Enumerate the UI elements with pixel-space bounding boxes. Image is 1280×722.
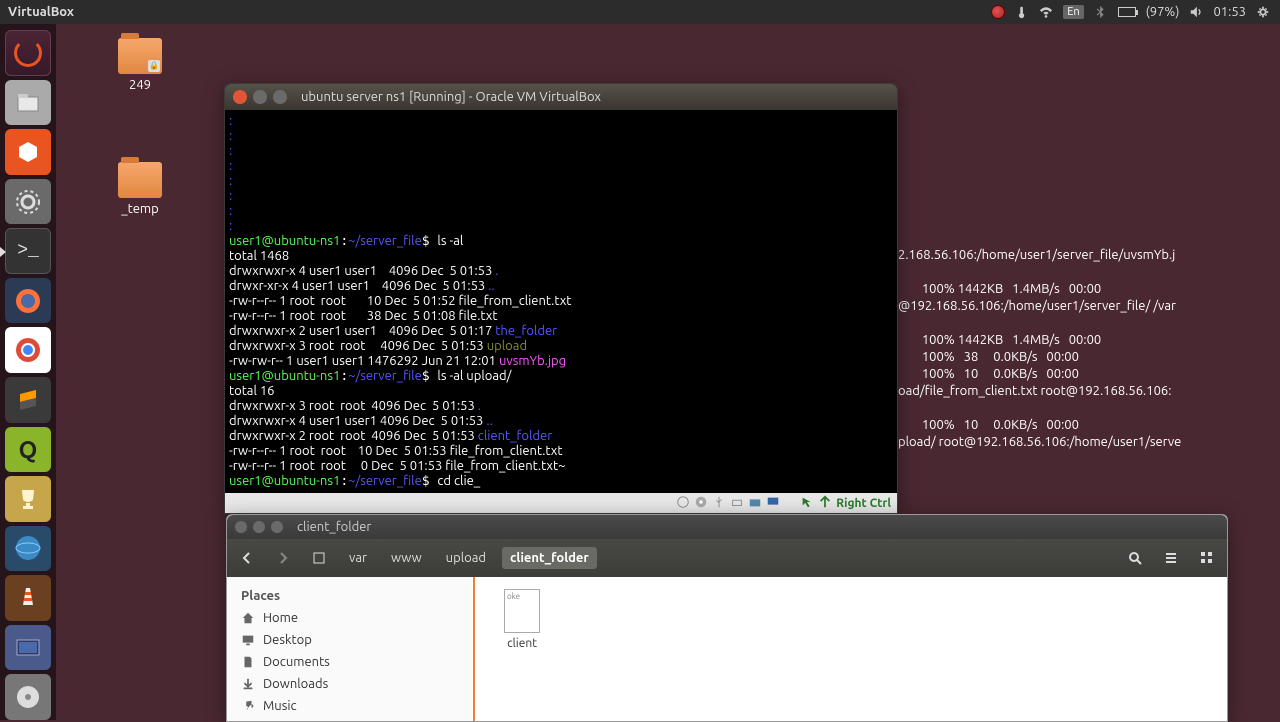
file-manager-window: client_folder var www upload client_fold…	[226, 514, 1228, 722]
sidebar-home[interactable]: Home	[227, 607, 473, 629]
virtualbox-vm-window: ubuntu server ns1 [Running] - Oracle VM …	[224, 83, 898, 514]
virtualbox-icon[interactable]	[5, 625, 51, 671]
desktop-icon-label: 249	[100, 78, 180, 92]
sublime-icon[interactable]	[5, 377, 51, 423]
minimize-icon[interactable]	[253, 90, 267, 104]
vm-keyboard-capture-icon[interactable]	[818, 495, 832, 512]
sidebar-places-header: Places	[227, 585, 473, 607]
system-settings-icon[interactable]	[5, 179, 51, 225]
vm-window-title: ubuntu server ns1 [Running] - Oracle VM …	[301, 90, 601, 104]
path-segment-upload[interactable]: upload	[438, 547, 494, 569]
file-icon: oke	[504, 589, 540, 633]
session-gear-icon[interactable]	[1256, 5, 1270, 19]
file-manager-sidebar: Places Home Desktop Documents Downloads …	[227, 577, 475, 721]
sidebar-documents[interactable]: Documents	[227, 651, 473, 673]
search-icon[interactable]	[1121, 544, 1149, 572]
trophy-icon[interactable]	[5, 476, 51, 522]
globe-app-icon[interactable]	[5, 526, 51, 572]
close-icon[interactable]	[235, 521, 247, 533]
sidebar-downloads[interactable]: Downloads	[227, 673, 473, 695]
active-app-name: VirtualBox	[8, 5, 74, 19]
wifi-icon[interactable]	[1039, 5, 1053, 19]
close-icon[interactable]	[233, 90, 247, 104]
background-terminal-output: 2.168.56.106:/home/user1/server_file/uvs…	[898, 230, 1278, 451]
desktop-folder-temp[interactable]: _temp	[100, 162, 180, 216]
sidebar-music[interactable]: Music	[227, 695, 473, 717]
software-center-icon[interactable]	[5, 129, 51, 175]
maximize-icon[interactable]	[271, 521, 283, 533]
vm-mouse-capture-icon[interactable]	[800, 495, 814, 512]
record-indicator-icon[interactable]	[991, 5, 1005, 19]
view-list-icon[interactable]	[1157, 544, 1185, 572]
vm-usb-icon[interactable]	[712, 495, 726, 512]
path-root-icon[interactable]	[305, 544, 333, 572]
firefox-icon[interactable]	[5, 278, 51, 324]
file-manager-title: client_folder	[297, 520, 371, 534]
file-manager-titlebar[interactable]: client_folder	[227, 515, 1227, 539]
chrome-icon[interactable]	[5, 327, 51, 373]
lock-icon: 🔒	[148, 60, 160, 72]
desktop-icon-label: _temp	[100, 202, 180, 216]
temperature-icon[interactable]	[1015, 5, 1029, 19]
host-key-label: Right Ctrl	[836, 497, 891, 510]
vm-shared-folder-icon[interactable]	[748, 495, 762, 512]
maximize-icon[interactable]	[273, 90, 287, 104]
bluetooth-icon[interactable]	[1094, 5, 1108, 19]
view-grid-icon[interactable]	[1193, 544, 1221, 572]
back-button[interactable]	[233, 544, 261, 572]
file-item-client[interactable]: oke client	[487, 589, 557, 650]
vm-console[interactable]: : : : : : : : : user1@ubuntu-ns1:~/serve…	[225, 110, 897, 493]
sidebar-desktop[interactable]: Desktop	[227, 629, 473, 651]
minimize-icon[interactable]	[253, 521, 265, 533]
clock[interactable]: 01:53	[1213, 5, 1246, 19]
volume-icon[interactable]	[1189, 5, 1203, 19]
battery-percent: (97%)	[1146, 5, 1180, 19]
file-manager-content[interactable]: oke client	[475, 577, 1227, 721]
qgis-icon[interactable]: Q	[5, 427, 51, 473]
keyboard-layout-indicator[interactable]: En	[1063, 5, 1083, 19]
path-segment-www[interactable]: www	[383, 547, 430, 569]
path-segment-var[interactable]: var	[341, 547, 375, 569]
vm-display-icon[interactable]	[766, 495, 780, 512]
vlc-icon[interactable]	[5, 575, 51, 621]
vm-status-bar: Right Ctrl	[225, 493, 897, 513]
files-launcher-icon[interactable]	[5, 80, 51, 126]
dash-home-icon[interactable]	[5, 30, 51, 76]
forward-button[interactable]	[269, 544, 297, 572]
disk-icon[interactable]	[5, 674, 51, 720]
desktop-folder-249[interactable]: 🔒 249	[100, 38, 180, 92]
battery-icon[interactable]	[1118, 7, 1136, 17]
path-segment-current[interactable]: client_folder	[502, 547, 597, 569]
file-name-label: client	[487, 637, 557, 650]
vm-titlebar[interactable]: ubuntu server ns1 [Running] - Oracle VM …	[225, 84, 897, 110]
vm-optical-icon[interactable]	[694, 495, 708, 512]
terminal-launcher-icon[interactable]: >_	[5, 228, 51, 274]
file-manager-toolbar: var www upload client_folder	[227, 539, 1227, 577]
top-menubar: VirtualBox En (97%) 01:53	[0, 0, 1280, 24]
vm-disk-icon[interactable]	[676, 495, 690, 512]
vm-network-icon[interactable]	[730, 495, 744, 512]
unity-launcher: >_ Q	[0, 24, 56, 720]
